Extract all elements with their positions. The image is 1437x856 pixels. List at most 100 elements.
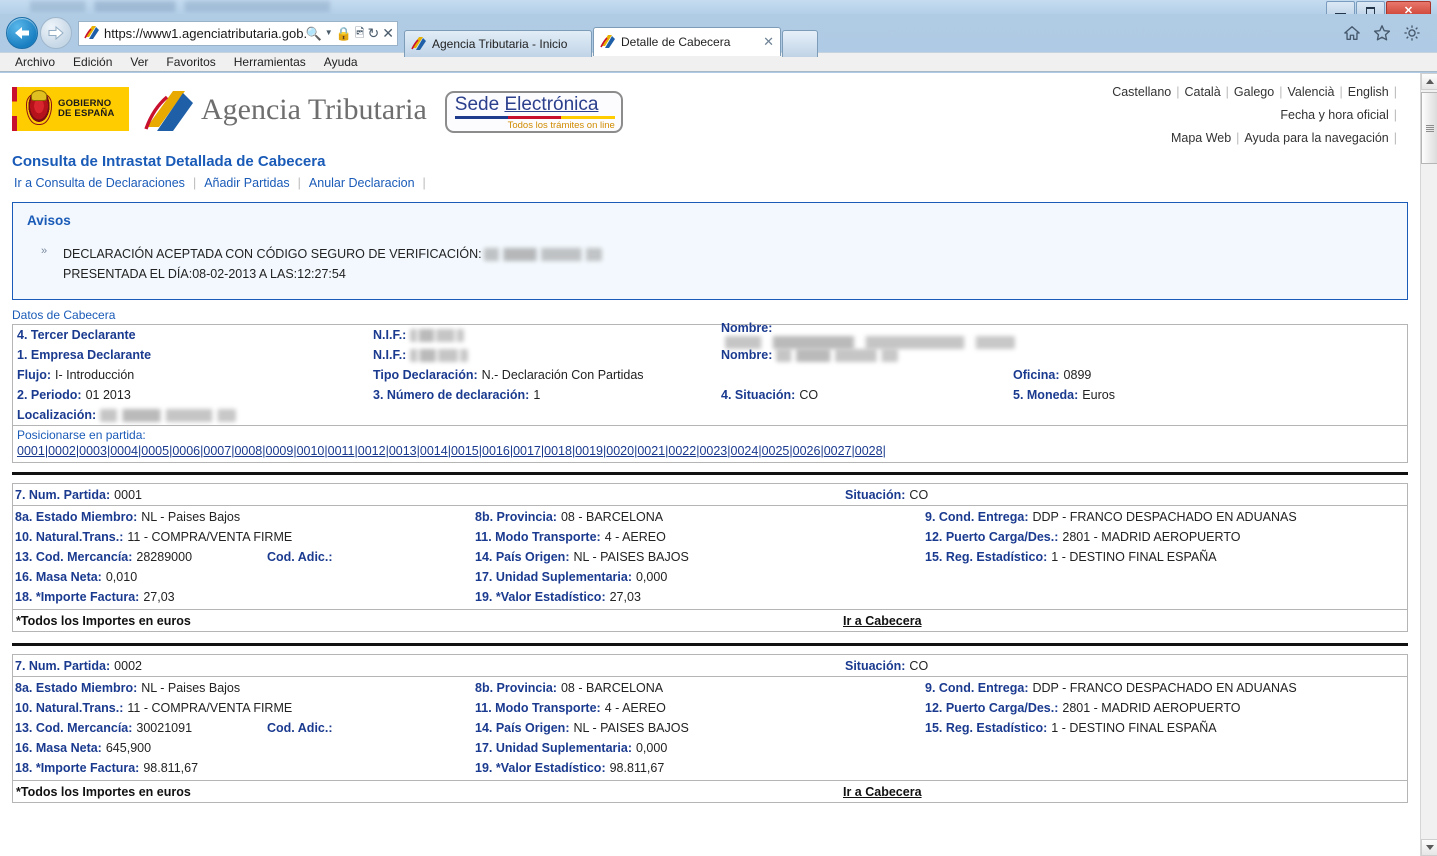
lang-castellano[interactable]: Castellano [1112,85,1171,99]
menu-archivo[interactable]: Archivo [6,55,64,69]
posicionarse-link-0008[interactable]: 0008 [234,444,262,458]
posicionarse-link-0022[interactable]: 0022 [668,444,696,458]
lang-galego[interactable]: Galego [1234,85,1274,99]
tab-favicon-icon [600,35,615,48]
chevron-down-icon[interactable]: ▼ [325,29,333,37]
close-window-button[interactable]: ✕ [1386,1,1431,14]
label-oficina: Oficina: [1013,368,1060,382]
posicionarse-link-0020[interactable]: 0020 [606,444,634,458]
posicionarse-link-0005[interactable]: 0005 [141,444,169,458]
link-fecha-hora-oficial[interactable]: Fecha y hora oficial [1280,108,1388,122]
lang-catala[interactable]: Català [1185,85,1221,99]
minimize-button[interactable] [1326,1,1355,14]
posicionarse-link-0015[interactable]: 0015 [451,444,479,458]
link-ir-a-consulta-declaraciones[interactable]: Ir a Consulta de Declaraciones [14,176,185,190]
value-pais-origen: NL - PAISES BAJOS [573,721,689,735]
label-nif-empresa: N.I.F.: [373,347,407,362]
browser-command-bar [1343,24,1433,42]
new-tab-button[interactable] [782,30,818,57]
vertical-scrollbar[interactable] [1420,73,1437,856]
cabecera-row-periodo: 2. Periodo: 01 2013 3. Número de declarac… [13,385,1407,405]
partida-row-masa-unidad: 16. Masa Neta: 645,900 17. Unidad Supleme… [13,738,1407,758]
tab-agencia-tributaria-inicio[interactable]: Agencia Tributaria - Inicio [404,30,592,57]
posicionarse-link-0006[interactable]: 0006 [172,444,200,458]
window-controls: ✕ [1326,1,1431,14]
scrollbar-thumb[interactable] [1421,92,1437,164]
chevron-up-icon [1425,79,1434,84]
posicionarse-link-0024[interactable]: 0024 [731,444,759,458]
label-cod-mercancia: 13. Cod. Mercancía: [15,550,133,564]
forward-button[interactable] [40,17,72,49]
close-tab-icon[interactable]: ✕ [763,34,774,50]
restore-button[interactable] [1356,1,1385,14]
avisos-body: » DECLARACIÓN ACEPTADA CON CÓDIGO SEGURO… [27,244,1393,284]
posicionarse-link-0021[interactable]: 0021 [637,444,665,458]
menu-herramientas[interactable]: Herramientas [225,55,315,69]
scroll-down-button[interactable] [1421,839,1437,856]
posicionarse-link-0018[interactable]: 0018 [544,444,572,458]
posicionarse-link-0016[interactable]: 0016 [482,444,510,458]
official-time-link-row: Fecha y hora oficial | [1280,108,1397,122]
menu-ayuda[interactable]: Ayuda [315,55,367,69]
value-moneda: Euros [1082,388,1115,402]
lang-english[interactable]: English [1348,85,1389,99]
menu-ver[interactable]: Ver [121,55,157,69]
posicionarse-link-0026[interactable]: 0026 [793,444,821,458]
posicionarse-link-0025[interactable]: 0025 [762,444,790,458]
link-mapa-web[interactable]: Mapa Web [1171,131,1231,145]
posicionarse-link-0019[interactable]: 0019 [575,444,603,458]
posicionarse-link-0017[interactable]: 0017 [513,444,541,458]
label-empresa-declarante: 1. Empresa Declarante [17,348,152,362]
compatibility-view-icon[interactable]: 🖻 [355,27,365,39]
partida-detail-box: 8a. Estado Miembro: NL - Paises Bajos 8b.… [12,506,1408,610]
posicionarse-link-0013[interactable]: 0013 [389,444,417,458]
posicionarse-link-0012[interactable]: 0012 [358,444,386,458]
posicionarse-link-0014[interactable]: 0014 [420,444,448,458]
gear-icon[interactable] [1403,24,1421,42]
posicionarse-link-0009[interactable]: 0009 [266,444,294,458]
tab-favicon-icon [411,37,426,50]
lang-valencia[interactable]: Valencià [1287,85,1334,99]
address-bar[interactable]: https://www1.agenciatributaria.gob.es/wc… [78,20,398,46]
value-reg-estadistico: 1 - DESTINO FINAL ESPAÑA [1051,550,1217,564]
posicionarse-link-0011[interactable]: 0011 [328,444,355,458]
sede-electronica-badge[interactable]: Sede Electrónica Todos los trámites on l… [444,91,623,133]
top-utility-links: Castellano | Català | Galego | Valencià | Englis… [1112,81,1402,150]
posicionarse-link-0001[interactable]: 0001 [17,444,45,458]
value-reg-estadistico: 1 - DESTINO FINAL ESPAÑA [1051,721,1217,735]
page-content: GOBIERNO DE ESPAÑA Agencia Tributaria Se… [0,73,1420,856]
favorites-icon[interactable] [1373,24,1391,42]
posicionarse-link-0010[interactable]: 0010 [297,444,325,458]
value-valor-estadistico: 98.811,67 [609,761,665,775]
stop-icon[interactable]: ✕ [382,26,394,40]
menu-edicion[interactable]: Edición [64,55,121,69]
link-anular-declaracion[interactable]: Anular Declaracion [309,176,415,190]
back-button[interactable] [6,17,38,49]
lock-icon[interactable]: 🔒 [336,27,352,40]
link-ayuda-navegacion[interactable]: Ayuda para la navegación [1244,131,1388,145]
label-cod-mercancia: 13. Cod. Mercancía: [15,721,133,735]
posicionarse-link-0023[interactable]: 0023 [699,444,727,458]
posicionarse-link-0007[interactable]: 0007 [203,444,231,458]
value-cod-mercancia: 28289000 [136,550,193,564]
label-nombre-empresa: Nombre: [721,347,773,362]
posicionarse-link-0027[interactable]: 0027 [824,444,852,458]
link-anadir-partidas[interactable]: Añadir Partidas [204,176,289,190]
link-ir-a-cabecera[interactable]: Ir a Cabecera [843,785,922,799]
label-valor-estadistico: 19. *Valor Estadístico: [475,590,606,604]
search-icon[interactable]: 🔍 [306,27,322,40]
posicionarse-link-0004[interactable]: 0004 [110,444,138,458]
refresh-icon[interactable]: ↻ [368,26,380,40]
menu-favoritos[interactable]: Favoritos [157,55,224,69]
home-icon[interactable] [1343,24,1361,42]
link-ir-a-cabecera[interactable]: Ir a Cabecera [843,614,922,628]
section-divider [12,643,1408,646]
posicionarse-link-0003[interactable]: 0003 [79,444,107,458]
posicionarse-link-0002[interactable]: 0002 [48,444,76,458]
label-cond-entrega: 9. Cond. Entrega: [925,681,1029,695]
scroll-up-button[interactable] [1421,73,1437,90]
tab-detalle-de-cabecera[interactable]: Detalle de Cabecera ✕ [593,27,781,56]
posicionarse-link-0028[interactable]: 0028 [855,444,883,458]
value-estado-miembro: NL - Paises Bajos [141,681,241,695]
value-importe-factura: 98.811,67 [143,761,199,775]
